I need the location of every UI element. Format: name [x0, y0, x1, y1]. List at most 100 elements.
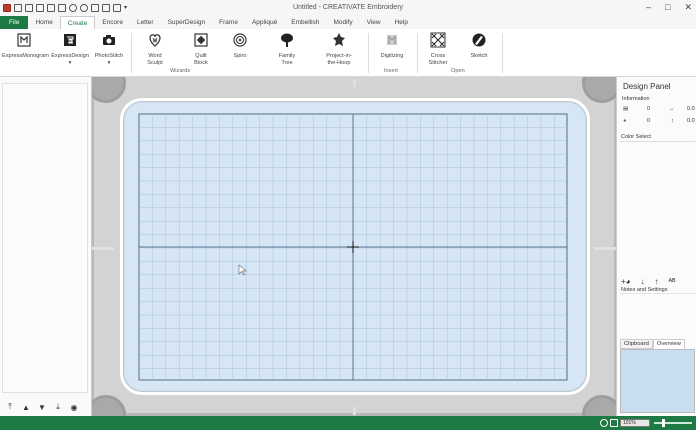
- tab-frame[interactable]: Frame: [212, 16, 245, 29]
- express-design-icon: [64, 34, 76, 46]
- design-canvas-area[interactable]: [92, 77, 616, 416]
- app-icon[interactable]: [3, 4, 11, 12]
- play-icon[interactable]: [113, 4, 121, 12]
- width-value: 0.0: [687, 106, 695, 112]
- project-hoop-icon: [333, 33, 345, 46]
- sketch-button[interactable]: Sketch: [462, 32, 496, 60]
- color-tools: +◕ ↓ ↑ ᴬᴮ: [621, 277, 675, 286]
- notes-area[interactable]: [620, 293, 695, 333]
- tab-clipboard[interactable]: Clipboard: [620, 339, 653, 349]
- tab-embellish[interactable]: Embellish: [284, 16, 326, 29]
- spiro-button[interactable]: Spiro: [226, 32, 254, 60]
- width-icon: ↔: [669, 106, 675, 112]
- tab-encore[interactable]: Encore: [95, 16, 130, 29]
- photostitch-button[interactable]: PhotoStitch ▾: [92, 32, 126, 67]
- tab-create[interactable]: Create: [59, 16, 96, 29]
- zoom-window-icon[interactable]: [610, 419, 618, 427]
- app-window: ▾ Untitled - CREATIVATE Embroidery – □ ✕…: [0, 0, 696, 430]
- design-panel-title: Design Panel: [623, 82, 671, 91]
- add-color-icon[interactable]: +◕: [621, 277, 631, 286]
- tree-icon: [281, 33, 293, 47]
- sort-icon[interactable]: ᴬᴮ: [669, 277, 676, 286]
- cross-stitcher-button[interactable]: Cross Stitcher: [422, 32, 454, 67]
- maximize-button[interactable]: □: [665, 2, 670, 13]
- zoom-level[interactable]: 101%: [620, 419, 650, 427]
- information-label: Information: [622, 96, 650, 102]
- tab-modify[interactable]: Modify: [326, 16, 359, 29]
- chevron-down-icon: ▾: [107, 60, 111, 66]
- color-select-label: Color Select: [621, 134, 651, 140]
- tab-help[interactable]: Help: [388, 16, 415, 29]
- print-icon[interactable]: [58, 4, 66, 12]
- center-crosshair-icon: [347, 241, 359, 253]
- hoop-notch: [353, 407, 356, 415]
- zoom-fit-icon[interactable]: [600, 419, 608, 427]
- color-count-icon: ◕: [623, 118, 627, 124]
- move-to-bottom-icon[interactable]: ⤓: [52, 402, 64, 412]
- move-to-top-icon[interactable]: ⤒: [4, 402, 16, 412]
- tab-home[interactable]: Home: [28, 16, 59, 29]
- zoom-slider-knob[interactable]: [662, 419, 666, 427]
- move-up-icon[interactable]: ↑: [655, 277, 659, 286]
- new-icon[interactable]: [14, 4, 22, 12]
- tab-file[interactable]: File: [0, 16, 29, 29]
- redo-icon[interactable]: [80, 4, 88, 12]
- save-icon[interactable]: [36, 4, 44, 12]
- move-down-icon[interactable]: ↓: [641, 277, 645, 286]
- quilt-block-icon: [194, 33, 208, 47]
- ribbon-separator: [502, 33, 503, 73]
- group-label-wizards: Wizards: [170, 68, 191, 74]
- clipboard-overview-tabs: Clipboard Overview: [620, 339, 685, 349]
- thumbnail-list[interactable]: [2, 83, 88, 393]
- tab-superdesign[interactable]: SuperDesign: [161, 16, 213, 29]
- tab-view[interactable]: View: [360, 16, 388, 29]
- digitizing-button[interactable]: Digitizing: [375, 32, 409, 60]
- save-as-icon[interactable]: [47, 4, 55, 12]
- status-bar: 101%: [0, 416, 696, 430]
- hoop-notch: [92, 247, 114, 250]
- open-icon[interactable]: [25, 4, 33, 12]
- ribbon: ExpressMonogram ExpressDesign ▾ PhotoSti…: [0, 29, 696, 77]
- express-design-button[interactable]: ExpressDesign ▾: [50, 32, 90, 67]
- tab-overview[interactable]: Overview: [652, 339, 685, 349]
- hoop-corner: [582, 77, 616, 103]
- mouse-cursor-icon: [238, 264, 248, 276]
- undo-icon[interactable]: [69, 4, 77, 12]
- overview-preview[interactable]: [620, 349, 695, 413]
- window-controls: – □ ✕: [646, 2, 692, 13]
- layer-order-toolbar: ⤒ ▲ ▼ ⤓ ◉: [4, 402, 80, 412]
- color-select-list[interactable]: [620, 141, 695, 273]
- info-row: ▤ 0 ↔ 0.0: [623, 106, 695, 114]
- sewing-field[interactable]: [120, 98, 590, 395]
- family-tree-button[interactable]: Family Tree: [270, 32, 304, 67]
- left-panel: ⤒ ▲ ▼ ⤓ ◉: [0, 77, 92, 416]
- move-up-icon[interactable]: ▲: [20, 402, 32, 412]
- word-sculpt-icon: [149, 34, 161, 47]
- view-options-icon[interactable]: ◉: [68, 402, 80, 412]
- paste-icon[interactable]: [102, 4, 110, 12]
- hoop-notch: [353, 79, 356, 87]
- express-monogram-button[interactable]: ExpressMonogram: [2, 32, 49, 60]
- cut-icon[interactable]: [91, 4, 99, 12]
- tab-applique[interactable]: Appliqué: [245, 16, 284, 29]
- title-bar: ▾ Untitled - CREATIVATE Embroidery – □ ✕: [0, 0, 696, 16]
- ribbon-separator: [131, 33, 132, 73]
- cross-stitch-icon: [430, 32, 446, 48]
- sketch-icon: [472, 33, 486, 47]
- chevron-down-icon: ▾: [68, 60, 72, 66]
- move-down-icon[interactable]: ▼: [36, 402, 48, 412]
- tab-letter[interactable]: Letter: [130, 16, 161, 29]
- quick-access-toolbar: ▾: [0, 4, 132, 12]
- info-row: ◕ 0 ↕ 0.0: [623, 118, 695, 126]
- hoop-corner: [92, 395, 126, 416]
- quilt-block-button[interactable]: Quilt Block: [184, 32, 218, 67]
- close-button[interactable]: ✕: [684, 2, 692, 13]
- project-in-the-hoop-button[interactable]: Project-in- the-Hoop: [318, 32, 360, 67]
- spiro-icon: [233, 33, 247, 47]
- grid: [138, 113, 568, 381]
- word-sculpt-button[interactable]: Word Sculpt: [138, 32, 172, 67]
- customize-icon[interactable]: ▾: [124, 4, 132, 12]
- zoom-slider[interactable]: [654, 419, 692, 427]
- stitch-count-icon: ▤: [623, 106, 629, 112]
- minimize-button[interactable]: –: [646, 2, 651, 13]
